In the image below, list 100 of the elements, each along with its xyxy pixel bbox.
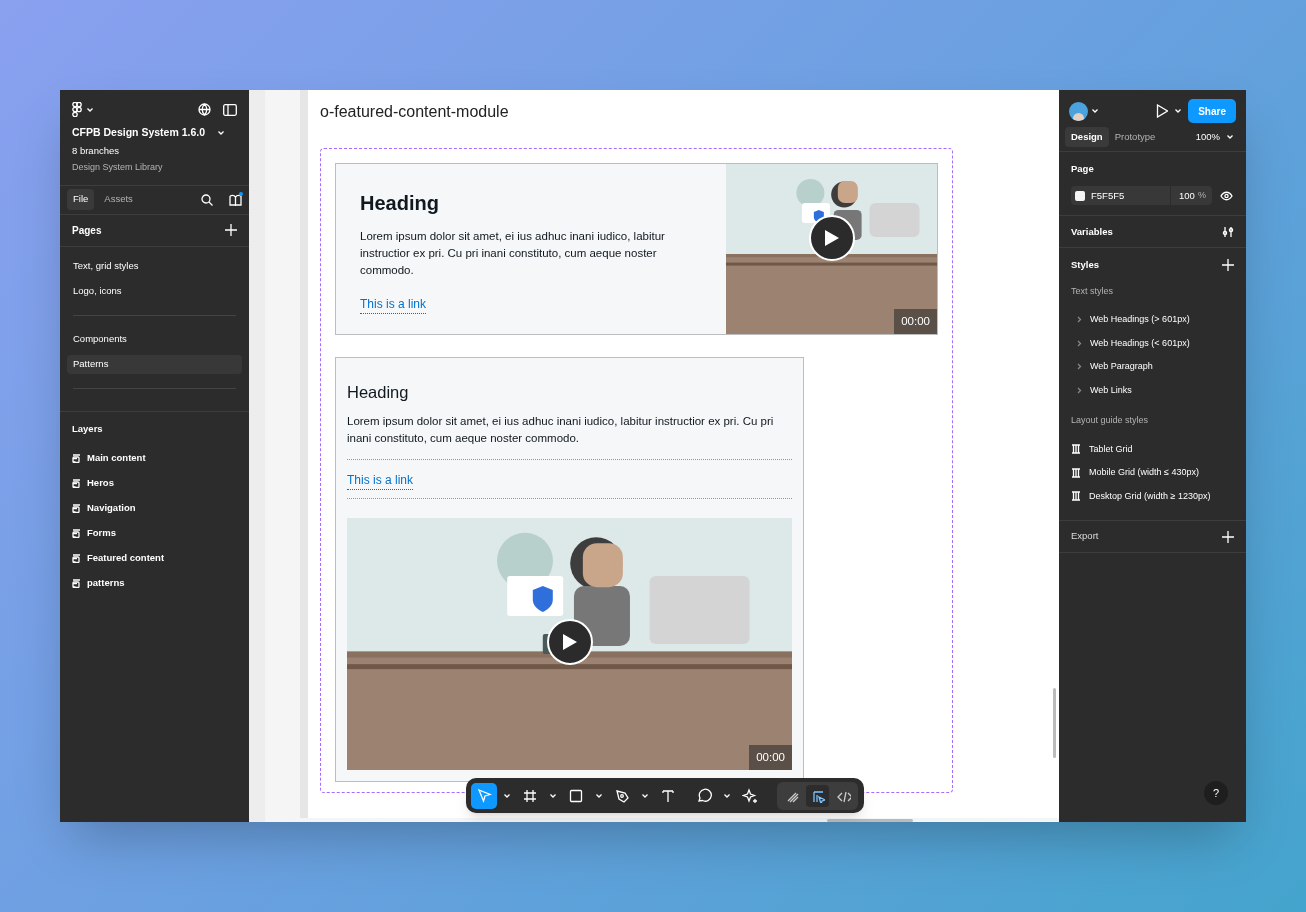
sparkle-icon [742, 787, 758, 804]
percent-sign: % [1198, 189, 1207, 202]
mode-button[interactable] [806, 784, 829, 807]
square-icon [568, 787, 584, 804]
chevron-right-icon[interactable] [1077, 339, 1082, 347]
section-title: Layers [71, 421, 104, 436]
subsection-title: Layout guide styles [1071, 414, 1150, 427]
chevron-down-icon[interactable] [217, 129, 226, 136]
style-item[interactable]: Desktop Grid (width ≥ 1230px) [1089, 489, 1211, 503]
chevron-down-icon[interactable] [1174, 108, 1183, 114]
chevron-right-icon[interactable] [1077, 386, 1082, 394]
book-icon[interactable] [229, 193, 242, 206]
card-heading: Heading [347, 382, 410, 403]
section-icon[interactable] [72, 453, 81, 463]
chevron-right-icon[interactable] [1077, 316, 1082, 324]
help-button[interactable]: ? [1204, 781, 1228, 805]
style-item[interactable]: Web Links [1090, 383, 1132, 397]
plus-icon[interactable] [225, 224, 237, 236]
user-avatar[interactable] [1069, 101, 1088, 121]
layer-item[interactable]: Featured content [87, 551, 165, 566]
pen-icon [614, 787, 630, 804]
layer-item[interactable]: Navigation [87, 501, 136, 516]
chevron-down-icon[interactable] [503, 792, 511, 799]
layer-item[interactable]: Heros [87, 476, 114, 491]
avatar-silhouette [1073, 112, 1084, 121]
text-icon [660, 787, 676, 804]
chevron-right-icon[interactable] [1077, 363, 1082, 371]
chevron-down-icon[interactable] [1091, 108, 1099, 114]
grid-columns-icon[interactable] [1071, 467, 1081, 478]
scrollbar[interactable] [1053, 688, 1056, 758]
chevron-down-icon[interactable] [595, 792, 603, 799]
branch-count[interactable]: 8 branches [60, 143, 249, 158]
subsection-title: Text styles [1071, 284, 1114, 298]
hash-icon [522, 787, 538, 804]
card-link[interactable]: This is a link [347, 470, 414, 490]
sidebar-toggle-icon[interactable] [223, 103, 237, 116]
panel-tab[interactable]: Prototype [1108, 126, 1162, 148]
style-item[interactable]: Web Headings (> 601px) [1090, 313, 1190, 327]
card-body-text: Lorem ipsum dolor sit amet, ei ius adhuc inani iudico, labitur instructior ex pri. Cu pri inani constituto, cum aeque noster commodo. [347, 413, 775, 446]
panel-tab[interactable]: File [67, 189, 95, 210]
section-icon[interactable] [72, 478, 81, 488]
speech-bubble-icon [696, 787, 712, 804]
eye-icon[interactable] [1220, 190, 1233, 201]
chevron-down-icon[interactable] [1226, 134, 1234, 140]
zoom-level[interactable]: 100% [1195, 129, 1220, 145]
card-heading: Heading [360, 191, 440, 216]
section-title: Variables [1071, 224, 1113, 239]
video-player[interactable]: 00:00 [347, 517, 792, 770]
style-item[interactable]: Tablet Grid [1089, 442, 1133, 456]
globe-icon[interactable] [198, 103, 211, 116]
section-icon[interactable] [72, 553, 81, 563]
page-item[interactable]: Components [67, 329, 242, 349]
video-duration: 00:00 [894, 308, 937, 334]
plus-icon[interactable] [1222, 259, 1234, 272]
play-icon [561, 632, 578, 651]
scrollbar[interactable] [827, 819, 913, 822]
panel-tab[interactable]: Design [1065, 126, 1109, 148]
panel-tab[interactable]: Assets [98, 189, 139, 210]
plus-icon[interactable] [1222, 530, 1234, 543]
section-icon[interactable] [72, 503, 81, 513]
layer-item[interactable]: Main content [87, 451, 146, 466]
chevron-down-icon[interactable] [723, 792, 731, 799]
layer-item[interactable]: Forms [87, 526, 117, 541]
chevron-down-icon[interactable] [549, 792, 557, 799]
file-name[interactable]: CFPB Design System 1.6.0 [72, 125, 206, 141]
page-item[interactable]: Logo, icons [67, 281, 242, 301]
style-item[interactable]: Web Headings (< 601px) [1090, 336, 1190, 350]
section-icon[interactable] [72, 578, 81, 588]
search-icon[interactable] [201, 193, 213, 206]
layout-cursor-icon [810, 788, 825, 803]
grid-columns-icon[interactable] [1071, 491, 1081, 502]
style-item[interactable]: Web Paragraph [1090, 360, 1153, 374]
video-player[interactable]: 00:00 [726, 164, 937, 334]
sliders-icon[interactable] [1222, 225, 1234, 238]
frame-title: o-featured-content-module [320, 102, 510, 122]
team-name: Design System Library [71, 161, 164, 174]
chevron-down-icon[interactable] [86, 106, 94, 113]
section-title: Page [1071, 162, 1095, 176]
opacity-value: 100 [1170, 186, 1198, 206]
cursor-icon [476, 787, 492, 804]
play-icon [823, 229, 840, 247]
play-icon[interactable] [1156, 104, 1169, 118]
color-field[interactable]: F5F5F5 100 % [1071, 186, 1212, 206]
app-logo-icon[interactable] [72, 102, 82, 117]
page-item[interactable]: Text, grid styles [67, 256, 242, 276]
tool-button[interactable] [471, 782, 497, 809]
card-body-text: Lorem ipsum dolor sit amet, ei ius adhuc inani iudico, labitur instructior ex pri. Cu pri inani constituto, cum aeque noster commodo. [360, 229, 666, 278]
chevron-down-icon[interactable] [641, 792, 649, 799]
video-duration: 00:00 [749, 744, 792, 770]
section-title: Pages [72, 223, 102, 238]
section-icon[interactable] [72, 528, 81, 538]
card-link[interactable]: This is a link [360, 295, 427, 314]
grid-columns-icon[interactable] [1071, 444, 1081, 455]
color-value: F5F5F5 [1091, 188, 1126, 203]
section-title: Export [1071, 529, 1099, 544]
color-swatch [1075, 190, 1085, 201]
page-item[interactable]: Patterns [67, 354, 242, 374]
section-title: Styles [1071, 258, 1099, 273]
layer-item[interactable]: patterns [87, 576, 125, 591]
style-item[interactable]: Mobile Grid (width ≤ 430px) [1089, 466, 1199, 480]
